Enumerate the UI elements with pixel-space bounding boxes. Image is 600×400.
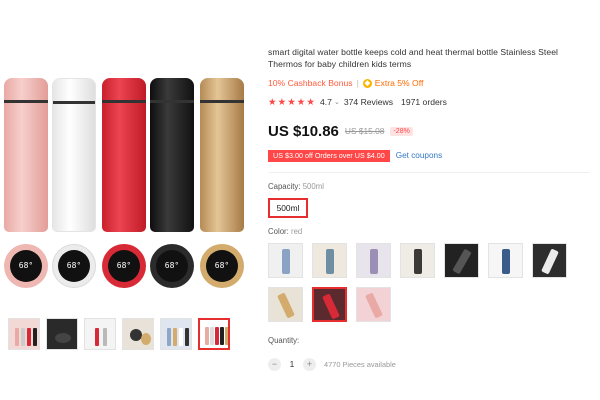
main-image-bottle-red [102, 78, 146, 232]
lid-display-white: 68° [52, 244, 96, 288]
quantity-stepper: − 1 + 4770 Pieces available [268, 356, 590, 372]
rating-score: 4.7 [320, 97, 332, 107]
quantity-plus-button[interactable]: + [303, 357, 316, 371]
temperature-display: 68° [10, 250, 42, 282]
lid-display-pink: 68° [4, 244, 48, 288]
color-swatches [268, 243, 568, 327]
temperature-display: 68° [108, 250, 140, 282]
thumbnail-2[interactable] [46, 318, 78, 350]
capacity-label: Capacity: 500ml [268, 182, 590, 192]
main-image-bottle-white [52, 78, 96, 232]
promo-separator: | [356, 78, 359, 88]
price-row: US $10.86 US $15.08 -28% [268, 122, 590, 140]
thumbnail-3[interactable] [84, 318, 116, 350]
capacity-label-text: Capacity: [268, 182, 301, 191]
color-selected-value: red [290, 227, 303, 236]
divider [268, 172, 590, 173]
capacity-option-500ml[interactable]: 500ml [268, 198, 308, 218]
quantity-input[interactable]: 1 [281, 359, 303, 369]
reviews-link[interactable]: 374 Reviews [344, 97, 393, 107]
coupon-row: US $3.00 off Orders over US $4.00 Get co… [268, 149, 590, 162]
lid-display-black: 68° [150, 244, 194, 288]
promo-row: 10% Cashback Bonus | ◆ Extra 5% Off [268, 77, 590, 89]
store-coupon-badge[interactable]: US $3.00 off Orders over US $4.00 [268, 149, 390, 162]
get-coupons-link[interactable]: Get coupons [396, 151, 442, 160]
current-price: US $10.86 [268, 122, 339, 140]
main-image-bottle-black [150, 78, 194, 232]
coin-icon: ◆ [362, 78, 372, 88]
color-swatch-2[interactable] [312, 243, 347, 278]
lid-display-gold: 68° [200, 244, 244, 288]
chevron-down-icon[interactable]: ⌄ [334, 98, 340, 106]
color-swatch-red-selected[interactable] [312, 287, 347, 322]
color-label-text: Color: [268, 227, 289, 236]
orders-count: 1971 orders [401, 97, 447, 107]
product-gallery: 68° 68° 68° 68° 68° [0, 68, 250, 308]
thumbnail-5[interactable] [160, 318, 192, 350]
temperature-display: 68° [58, 250, 90, 282]
temperature-display: 68° [206, 250, 238, 282]
rating-row: ★★★★★ 4.7 ⌄ 374 Reviews 1971 orders [268, 96, 590, 108]
thumbnail-1[interactable] [8, 318, 40, 350]
star-rating-icon: ★★★★★ [268, 96, 317, 108]
color-swatch-3[interactable] [356, 243, 391, 278]
quantity-label: Quantity: [268, 336, 300, 345]
thumbnail-6-selected[interactable] [198, 318, 230, 350]
discount-badge: -28% [390, 126, 413, 136]
lid-display-red: 68° [102, 244, 146, 288]
quantity-minus-button[interactable]: − [268, 357, 281, 371]
thumbnail-4[interactable] [122, 318, 154, 350]
original-price: US $15.08 [344, 126, 385, 136]
main-image-bottle-pink [4, 78, 48, 232]
color-swatch-1[interactable] [268, 243, 303, 278]
product-title: smart digital water bottle keeps cold an… [268, 47, 558, 69]
pieces-available: 4770 Pieces available [324, 359, 396, 369]
color-swatch-7[interactable] [532, 243, 567, 278]
temperature-display: 68° [156, 250, 188, 282]
color-swatch-6[interactable] [488, 243, 523, 278]
cashback-bonus[interactable]: 10% Cashback Bonus [268, 78, 353, 88]
color-swatch-10[interactable] [356, 287, 391, 322]
capacity-selected-value: 500ml [302, 182, 324, 191]
product-info-panel: smart digital water bottle keeps cold an… [268, 46, 590, 372]
extra-discount[interactable]: Extra 5% Off [375, 78, 424, 88]
color-swatch-4[interactable] [400, 243, 435, 278]
color-label: Color: red [268, 227, 590, 237]
main-image-bottle-gold [200, 78, 244, 232]
color-swatch-5[interactable] [444, 243, 479, 278]
color-swatch-8[interactable] [268, 287, 303, 322]
